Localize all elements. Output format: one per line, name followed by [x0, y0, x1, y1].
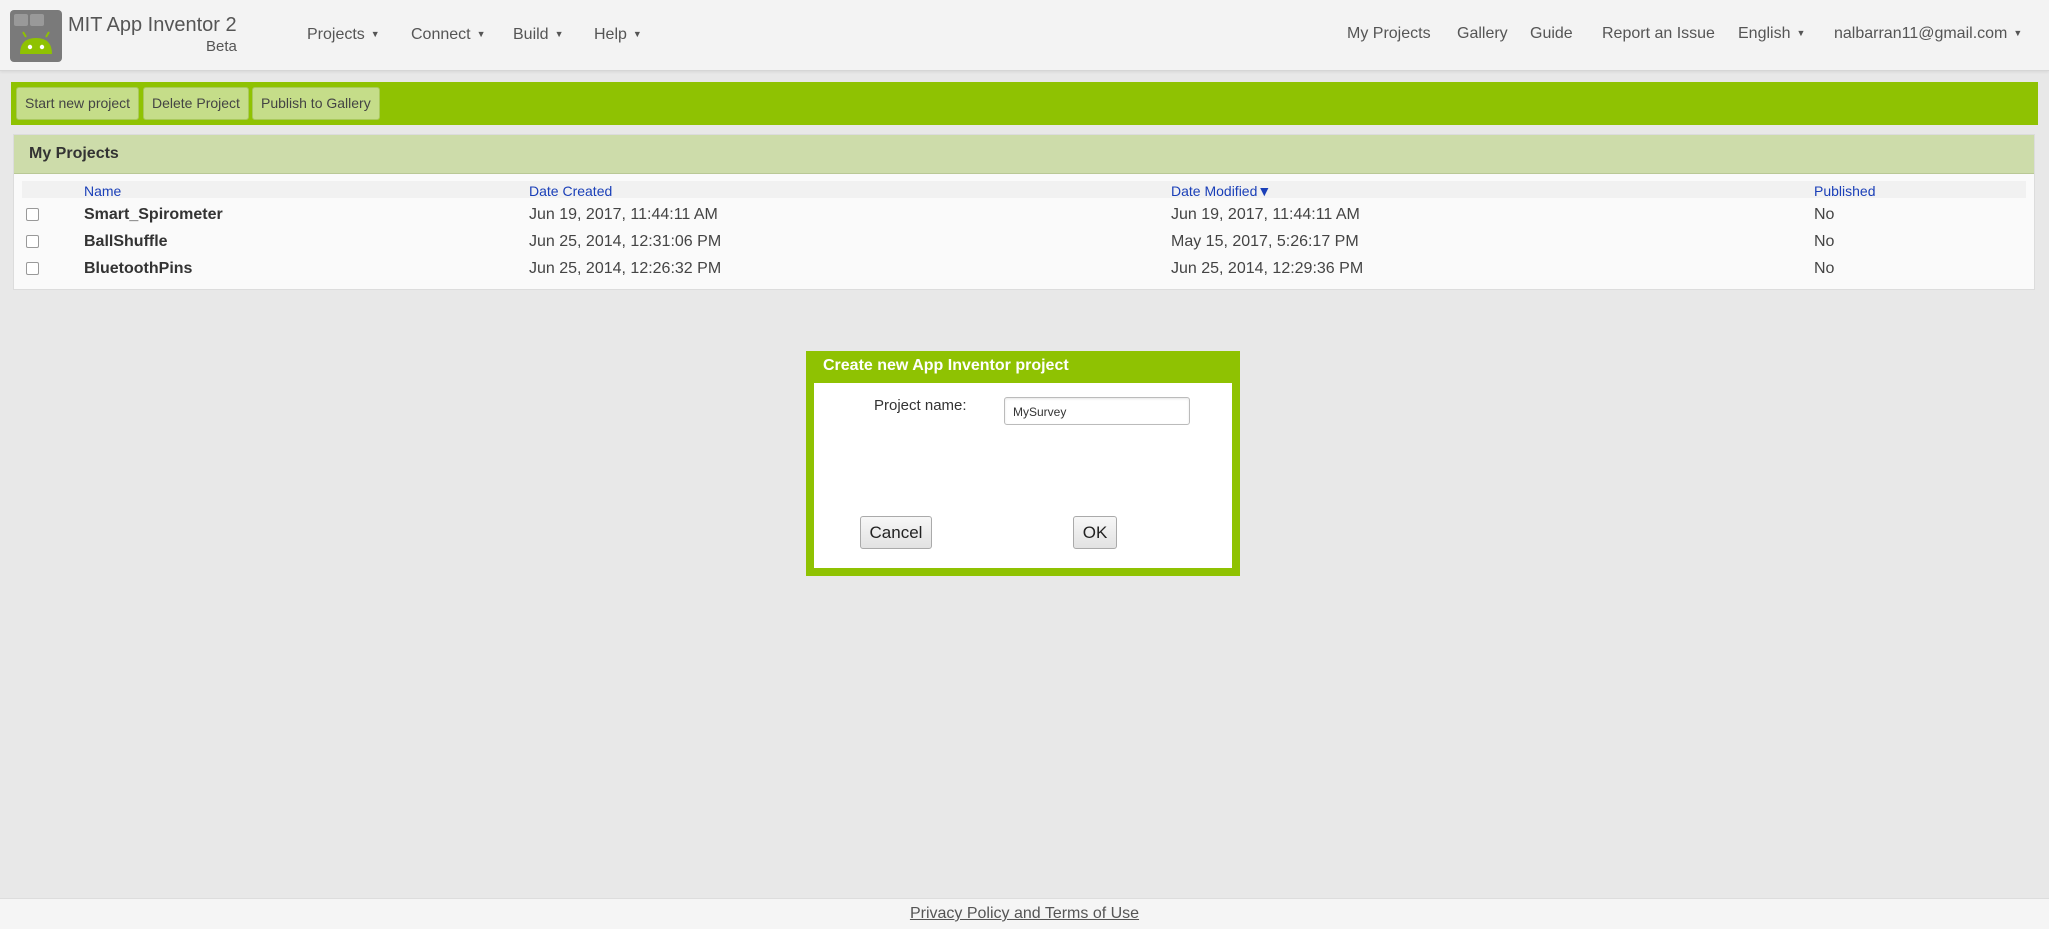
date-modified: Jun 25, 2014, 12:29:36 PM [1171, 260, 1364, 277]
dialog-title: Create new App Inventor project [823, 357, 1069, 374]
caret-down-icon: ▼ [2013, 28, 2023, 38]
table-row[interactable]: BluetoothPins Jun 25, 2014, 12:26:32 PM … [14, 256, 2034, 283]
caret-down-icon: ▼ [1796, 28, 1806, 38]
row-checkbox[interactable] [26, 235, 39, 248]
table-header [22, 181, 2026, 198]
project-toolbar: Start new project Delete Project Publish… [11, 82, 2038, 125]
report-issue-link[interactable]: Report an Issue [1602, 25, 1715, 43]
project-name-label: Project name: [874, 397, 967, 414]
caret-down-icon: ▼ [632, 29, 642, 39]
start-new-project-button[interactable]: Start new project [16, 87, 140, 120]
create-project-dialog: Create new App Inventor project Project … [806, 351, 1240, 576]
menu-label: Help [594, 26, 627, 43]
projects-menu[interactable]: Projects ▼ [307, 26, 380, 44]
android-robot-logo[interactable] [10, 10, 62, 62]
published-status: No [1814, 206, 1835, 223]
published-status: No [1814, 260, 1835, 277]
cancel-button[interactable]: Cancel [860, 516, 932, 549]
gallery-link[interactable]: Gallery [1457, 25, 1508, 43]
caret-down-icon: ▼ [370, 29, 380, 39]
table-row[interactable]: BallShuffle Jun 25, 2014, 12:31:06 PM Ma… [14, 229, 2034, 256]
date-created: Jun 25, 2014, 12:31:06 PM [529, 233, 722, 250]
project-name[interactable]: Smart_Spirometer [84, 206, 223, 224]
caret-down-icon: ▼ [476, 29, 486, 39]
app-title: MIT App Inventor 2 [68, 14, 237, 36]
panel-title: My Projects [29, 145, 119, 162]
privacy-policy-link[interactable]: Privacy Policy and Terms of Use [910, 905, 1139, 922]
top-navigation-bar: MIT App Inventor 2 Beta Projects ▼ Connec… [0, 0, 2049, 71]
date-modified-label: Date Modified [1171, 183, 1258, 199]
language-label: English [1738, 25, 1791, 42]
column-header-published[interactable]: Published [1814, 183, 1876, 199]
project-name[interactable]: BallShuffle [84, 233, 168, 251]
publish-to-gallery-button[interactable]: Publish to Gallery [252, 87, 380, 120]
help-menu[interactable]: Help ▼ [594, 26, 642, 44]
my-projects-link[interactable]: My Projects [1347, 25, 1431, 43]
column-header-date-created[interactable]: Date Created [529, 183, 612, 199]
account-menu[interactable]: nalbarran11@gmail.com ▼ [1834, 25, 2022, 43]
menu-label: Projects [307, 26, 365, 43]
date-created: Jun 19, 2017, 11:44:11 AM [529, 206, 718, 223]
panel-header: My Projects [14, 135, 2034, 174]
connect-menu[interactable]: Connect ▼ [411, 26, 486, 44]
account-email: nalbarran11@gmail.com [1834, 25, 2008, 42]
dialog-body: Project name: MySurvey Cancel OK [814, 383, 1232, 568]
build-menu[interactable]: Build ▼ [513, 26, 564, 44]
ok-button[interactable]: OK [1073, 516, 1117, 549]
menu-label: Connect [411, 26, 471, 43]
guide-link[interactable]: Guide [1530, 25, 1573, 43]
date-modified: Jun 19, 2017, 11:44:11 AM [1171, 206, 1360, 223]
app-beta-label: Beta [206, 38, 237, 55]
project-name[interactable]: BluetoothPins [84, 260, 192, 278]
footer: Privacy Policy and Terms of Use [0, 898, 2049, 929]
language-menu[interactable]: English ▼ [1738, 25, 1805, 43]
table-row[interactable]: Smart_Spirometer Jun 19, 2017, 11:44:11 … [14, 202, 2034, 229]
row-checkbox[interactable] [26, 262, 39, 275]
caret-down-icon: ▼ [554, 29, 564, 39]
published-status: No [1814, 233, 1835, 250]
column-header-name[interactable]: Name [84, 183, 121, 199]
date-modified: May 15, 2017, 5:26:17 PM [1171, 233, 1359, 250]
menu-label: Build [513, 26, 549, 43]
sort-descending-icon: ▼ [1257, 183, 1272, 199]
project-name-input[interactable]: MySurvey [1004, 397, 1190, 425]
my-projects-panel: My Projects Name Date Created Date Modif… [13, 134, 2035, 290]
delete-project-button[interactable]: Delete Project [143, 87, 249, 120]
date-created: Jun 25, 2014, 12:26:32 PM [529, 260, 722, 277]
row-checkbox[interactable] [26, 208, 39, 221]
column-header-date-modified[interactable]: Date Modified▼ [1171, 183, 1271, 199]
